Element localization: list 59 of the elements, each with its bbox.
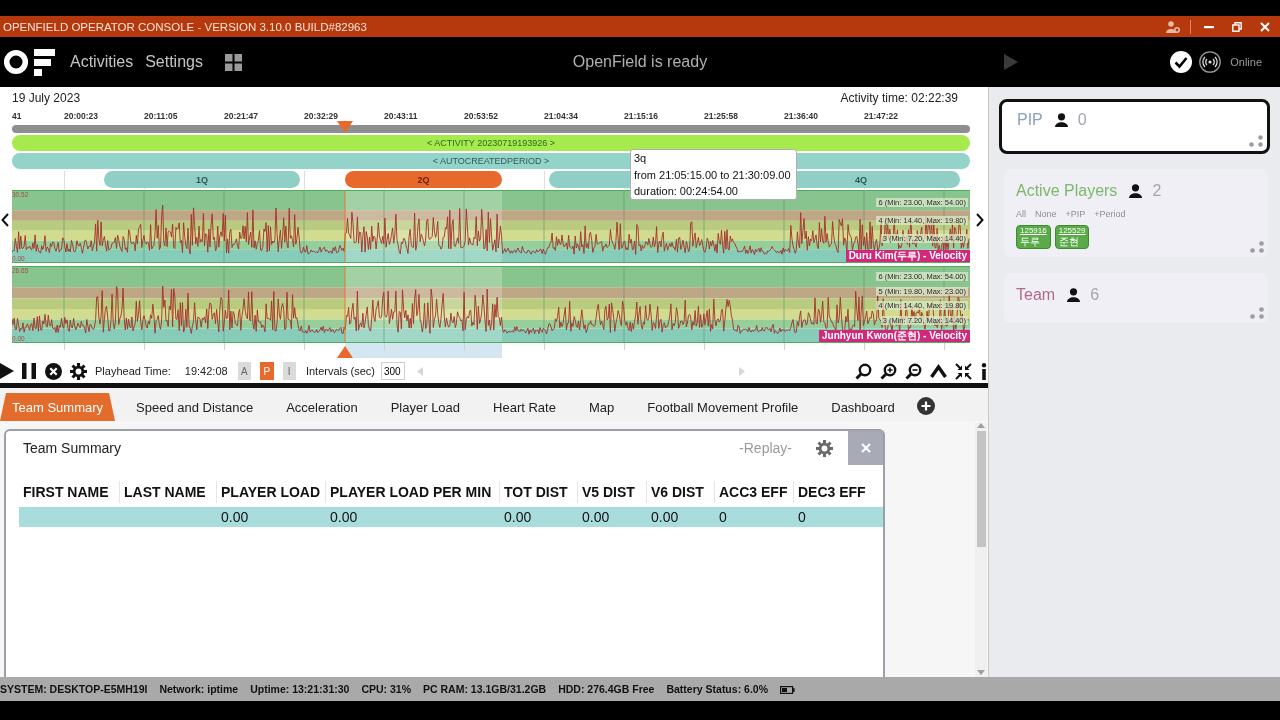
status-item: PC RAM: 13.1GB/31.2GB: [423, 683, 547, 695]
status-item: HDD: 276.4GB Free: [558, 683, 655, 695]
column-header: V5 DIST: [577, 481, 646, 503]
status-item: Network: iptime: [159, 683, 239, 695]
status-item: CPU: 31%: [361, 683, 411, 695]
status-message: OpenField is ready: [572, 53, 708, 71]
column-header: TOT DIST: [499, 481, 577, 503]
status-item: SYSTEM: DESKTOP-E5MH19I: [0, 683, 148, 695]
time-tick-label: 20:53:52: [464, 111, 500, 121]
status-item: Uptime: 13:21:31:30: [250, 683, 350, 695]
replay-label: -Replay-: [739, 440, 792, 456]
time-tick-label: 21:25:58: [704, 111, 740, 121]
time-tick-label: 21:36:40: [784, 111, 820, 121]
column-header: ACC3 EFF: [714, 481, 793, 503]
group-count: 2: [1152, 182, 1162, 200]
group-count: 0: [1077, 111, 1087, 129]
table-cell-text: 0: [718, 508, 728, 527]
time-tick-label: 20:11:05: [144, 111, 179, 121]
connection-status: Online: [1230, 56, 1262, 68]
time-tick-label: 21:15:16: [624, 111, 660, 121]
time-tick-label: 21:47:22: [864, 111, 900, 121]
table-cell-text: 0.00: [650, 508, 680, 527]
time-tick-label: 20:32:29: [304, 111, 340, 121]
player-number: 125916: [1020, 227, 1047, 236]
column-header: V6 DIST: [646, 481, 714, 503]
window-title: OPENFIELD OPERATOR CONSOLE - VERSION 3.10.0 BUILD#82963: [3, 20, 368, 33]
playhead-time: 19:42:08: [184, 365, 228, 377]
table-cell-text: 0.00: [503, 508, 533, 527]
player-name: 두루: [1020, 235, 1041, 247]
group-title: Team: [1016, 286, 1056, 304]
time-tick-label: 20:00:23: [64, 111, 100, 121]
status-item: Battery Status: 6.0%: [666, 683, 768, 695]
activity-time: Activity time: 02:22:39: [840, 91, 958, 105]
tooltip-duration: duration: 00:24:54.00: [634, 185, 739, 197]
time-tick-label: 20:43:11: [384, 111, 419, 121]
time-tick-label: 41: [12, 111, 23, 121]
group-title: PIP: [1017, 111, 1043, 129]
table-cell-text: 0.00: [220, 508, 250, 527]
table-cell-text: 0.00: [581, 508, 611, 527]
column-header: PLAYER LOAD: [216, 481, 325, 503]
time-tick-label: 21:04:34: [544, 111, 580, 121]
column-header: DEC3 EFF: [793, 481, 870, 503]
table-cell-text: 0: [797, 508, 807, 527]
column-header: FIRST NAME: [22, 483, 110, 502]
player-label: Duru Kim(두루) - Velocity: [845, 250, 970, 262]
group-title: Active Players: [1016, 182, 1118, 200]
player-label: Junhyun Kwon(준현) - Velocity: [819, 330, 970, 342]
intervals-label: Intervals (sec): [305, 365, 375, 377]
playhead-time-label: Playhead Time:: [95, 365, 171, 377]
widget-title: Team Summary: [22, 440, 123, 456]
column-header: LAST NAME: [119, 481, 216, 503]
column-header: PLAYER LOAD PER MIN: [325, 481, 499, 503]
time-tick-label: 20:21:47: [224, 111, 260, 121]
tooltip-title: 3q: [634, 152, 648, 164]
date-label: 19 July 2023: [12, 91, 81, 105]
player-number: 125529: [1058, 227, 1086, 236]
group-count: 6: [1090, 286, 1100, 304]
table-cell-text: 0.00: [329, 508, 359, 527]
player-name: 준현: [1058, 235, 1080, 247]
